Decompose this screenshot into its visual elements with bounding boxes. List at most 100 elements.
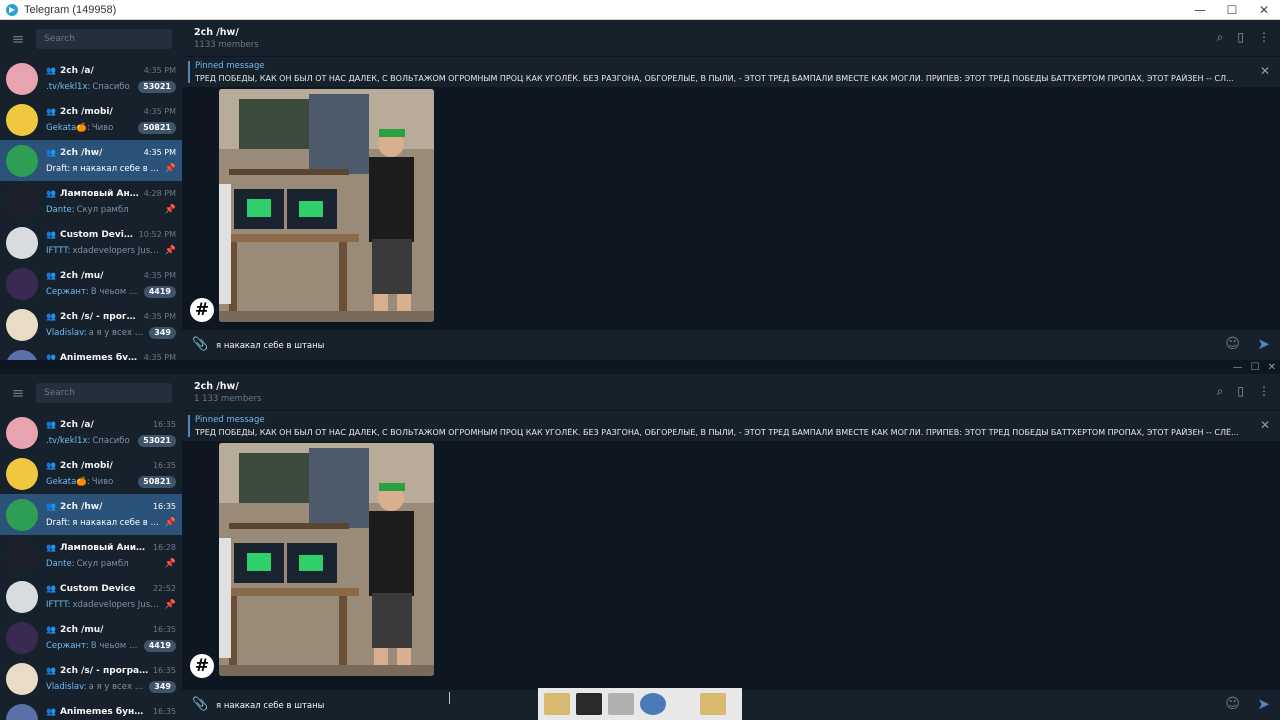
message-input[interactable]: [214, 336, 1118, 356]
bottom-window-controls: — ☐ ✕: [1233, 362, 1276, 373]
group-icon: 👥: [46, 420, 56, 429]
emoji-icon[interactable]: ☺: [1225, 336, 1240, 352]
group-icon: 👥: [46, 107, 56, 116]
close-window-button[interactable]: ✕: [1248, 3, 1280, 17]
message-photo[interactable]: [219, 443, 434, 676]
group-icon: 👥: [46, 312, 56, 321]
browser-icon[interactable]: [640, 693, 666, 715]
chat-list-item[interactable]: 👥 Custom Device 10:52 PM IFTTT: xdadeveloper…: [0, 222, 182, 263]
chat-title[interactable]: 2ch /hw/: [194, 27, 239, 38]
chat-sender: Dante:: [46, 204, 75, 215]
chat-list-item[interactable]: 👥2ch /s/ - программы16:35 Vladislav:а я у…: [0, 658, 182, 699]
send-icon[interactable]: ➤: [1257, 335, 1270, 353]
folder-icon[interactable]: [700, 693, 726, 715]
emoji-icon[interactable]: ☺: [1225, 696, 1240, 712]
chat-list-item[interactable]: 👥 Animemes бункер 16:35: [0, 699, 182, 720]
chat-sender: Сержант:: [46, 640, 89, 651]
chat-avatar: [6, 498, 38, 531]
bottom-window-frame: [0, 360, 1280, 374]
chat-avatar: [6, 103, 38, 136]
pin-icon: 📌: [164, 517, 176, 528]
unread-badge: 50821: [138, 121, 176, 134]
chat-avatar: [6, 144, 38, 177]
chat-avatar: [6, 226, 38, 259]
chat-list-item[interactable]: 👥Animemes бункер4:35 PM: [0, 345, 182, 360]
search-input[interactable]: [36, 383, 172, 403]
message-photo[interactable]: [219, 89, 434, 322]
terminal-icon[interactable]: [576, 693, 602, 715]
pinned-text: ТРЕД ПОБЕДЫ, КАК ОН БЫЛ ОТ НАС ДАЛЕК, С …: [195, 428, 1240, 437]
close-window-button[interactable]: ✕: [1268, 362, 1276, 373]
chat-list-item[interactable]: 👥2ch /mu/4:35 PM Сержант:В чеьом сы...441…: [0, 263, 182, 304]
unread-badge: 4419: [143, 639, 176, 652]
chat-time: 16:35: [152, 461, 176, 470]
unread-badge: 349: [149, 326, 176, 339]
chat-avatar: [6, 621, 38, 654]
minimize-button[interactable]: —: [1233, 362, 1243, 373]
pinned-message-bar[interactable]: Pinned message ТРЕД ПОБЕДЫ, КАК ОН БЫЛ О…: [182, 56, 1280, 87]
sender-avatar[interactable]: #: [190, 298, 214, 322]
archive-icon[interactable]: [608, 693, 634, 715]
sidebar-toggle-icon[interactable]: ▯: [1237, 384, 1244, 399]
unread-badge: 4419: [143, 285, 176, 298]
chat-preview: В чеьом сы...: [90, 286, 140, 297]
search-input[interactable]: [36, 29, 172, 49]
chat-time: 4:35 PM: [143, 107, 176, 116]
chat-list-sidebar-bottom: ≡ 👥2ch /a/16:35.tv/kekl1x:Спасибо53021👥2…: [0, 374, 182, 720]
member-count: 1 133 members: [194, 394, 262, 404]
maximize-button[interactable]: ☐: [1251, 362, 1260, 373]
chat-time: 22:52: [152, 584, 176, 593]
chat-name: 2ch /s/ - програ...: [59, 311, 140, 322]
menu-icon[interactable]: ≡: [0, 384, 36, 402]
minimize-button[interactable]: —: [1184, 3, 1216, 17]
sidebar-toggle-icon[interactable]: ▯: [1237, 30, 1244, 45]
more-options-icon[interactable]: ⋮: [1258, 384, 1270, 399]
chat-list-item[interactable]: 👥 Ламповый Ани... 4:28 PM Dante: Скул рамбл 📌: [0, 181, 182, 222]
chat-time: 4:35 PM: [143, 271, 176, 280]
photo-illustration: [219, 443, 434, 676]
dock-taskbar: [538, 688, 742, 720]
chat-name: Ламповый Анима...: [59, 542, 149, 553]
chat-list-item[interactable]: 👥2ch /hw/16:35 Draft:я накакал себе в шт.…: [0, 494, 182, 535]
chat-list-item[interactable]: 👥 2ch /a/16:35 .tv/kekl1x: Спасибо 53021: [0, 412, 182, 453]
pinned-message-bar[interactable]: Pinned message ТРЕД ПОБЕДЫ, КАК ОН БЫЛ О…: [182, 410, 1280, 441]
chat-list-item[interactable]: 👥 2ch /hw/4:35 PM Draft: я накакал себе в ш…: [0, 140, 182, 181]
chat-title[interactable]: 2ch /hw/: [194, 381, 239, 392]
chat-list-item[interactable]: 👥Ламповый Анима...16:28 Dante:Скул рамбл 📌: [0, 535, 182, 576]
chat-preview: Спасибо: [92, 81, 130, 92]
chat-preview: я накакал себе в шт...: [72, 517, 160, 528]
member-count: 1133 members: [194, 40, 259, 50]
chat-list-item[interactable]: 👥2ch /mu/16:35 Сержант:В чеьом сым...4419: [0, 617, 182, 658]
group-icon: 👥: [46, 707, 56, 716]
search-icon[interactable]: ⌕: [1217, 30, 1224, 45]
close-pinned-icon[interactable]: ✕: [1260, 418, 1270, 432]
group-icon: 👥: [46, 271, 56, 280]
group-icon: 👥: [46, 666, 56, 675]
attach-icon[interactable]: 📎: [192, 697, 208, 712]
chat-time: 16:35: [152, 420, 176, 429]
group-icon: 👥: [46, 625, 56, 634]
telegram-window-top: ≡ 👥2ch /a/4:35 PM.tv/kekl1x:Спасибо53021…: [0, 20, 1280, 360]
pinned-text: ТРЕД ПОБЕДЫ, КАК ОН БЫЛ ОТ НАС ДАЛЕК, С …: [195, 74, 1234, 83]
chat-name: 2ch /hw/: [59, 147, 103, 158]
maximize-button[interactable]: ☐: [1216, 3, 1248, 17]
pin-icon: 📌: [164, 558, 176, 569]
send-icon[interactable]: ➤: [1257, 695, 1270, 713]
chat-list-item[interactable]: 👥 2ch /mobi/16:35 Gekata🍊: Чиво 50821: [0, 453, 182, 494]
attach-icon[interactable]: 📎: [192, 337, 208, 352]
sender-avatar[interactable]: #: [190, 654, 214, 678]
chat-list-item[interactable]: 👥 2ch /mobi/4:35 PM Gekata🍊: Чиво 50821: [0, 99, 182, 140]
more-options-icon[interactable]: ⋮: [1258, 30, 1270, 45]
close-pinned-icon[interactable]: ✕: [1260, 64, 1270, 78]
chat-list-item[interactable]: 👥 2ch /a/4:35 PM .tv/kekl1x: Спасибо 53021: [0, 58, 182, 99]
chat-avatar: [6, 267, 38, 300]
menu-icon[interactable]: ≡: [0, 30, 36, 48]
chat-time: 16:35: [152, 666, 176, 675]
folder-icon[interactable]: [544, 693, 570, 715]
chat-name: 2ch /a/: [59, 419, 94, 430]
chat-list-item[interactable]: 👥 Custom Device 22:52 IFTTT: xdadevelopers J…: [0, 576, 182, 617]
photo-illustration: [219, 89, 434, 322]
chat-avatar: [6, 580, 38, 613]
search-icon[interactable]: ⌕: [1217, 384, 1224, 399]
chat-list-item[interactable]: 👥2ch /s/ - програ...4:35 PM Vladislav:а я…: [0, 304, 182, 345]
